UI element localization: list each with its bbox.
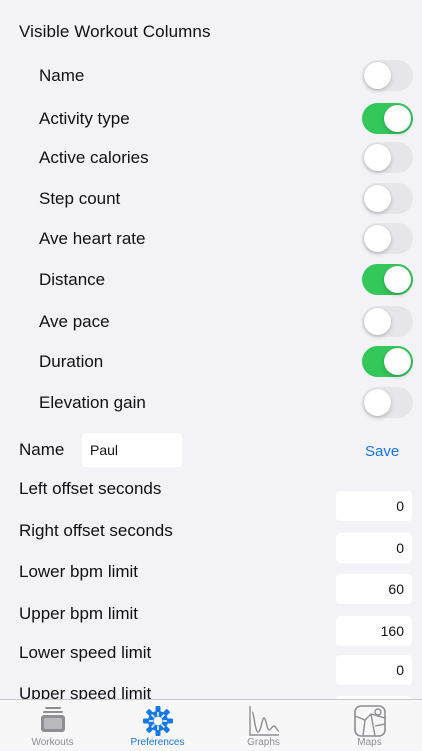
column-row-duration: Duration xyxy=(0,344,422,384)
field-row-lower-bpm: Lower bpm limit 60 xyxy=(0,562,422,604)
field-row-left-offset: Left offset seconds 0 xyxy=(0,479,422,521)
right-offset-input[interactable]: 0 xyxy=(336,533,412,563)
column-row-activity-type: Activity type xyxy=(0,101,422,141)
column-row-step-count: Step count xyxy=(0,181,422,221)
tab-label-workouts: Workouts xyxy=(31,737,74,748)
column-label-active-calories: Active calories xyxy=(39,148,149,167)
column-label-ave-pace: Ave pace xyxy=(39,312,110,331)
toggle-step-count[interactable] xyxy=(362,183,413,214)
toggle-duration[interactable] xyxy=(362,346,413,377)
name-label: Name xyxy=(19,440,65,459)
field-row-lower-speed: Lower speed limit 0 xyxy=(0,643,422,685)
field-label-right-offset: Right offset seconds xyxy=(19,521,173,540)
tab-label-preferences: Preferences xyxy=(130,737,185,748)
field-row-right-offset: Right offset seconds 0 xyxy=(0,521,422,563)
field-label-lower-speed: Lower speed limit xyxy=(19,643,152,662)
toggle-knob xyxy=(364,225,391,252)
tab-preferences[interactable]: Preferences xyxy=(105,700,210,751)
toggle-active-calories[interactable] xyxy=(362,142,413,173)
toggle-activity-type[interactable] xyxy=(362,103,413,134)
toggle-knob xyxy=(364,62,391,89)
field-label-left-offset: Left offset seconds xyxy=(19,479,162,498)
toggle-elevation-gain[interactable] xyxy=(362,387,413,418)
tab-workouts[interactable]: Workouts xyxy=(0,700,105,751)
tab-label-graphs: Graphs xyxy=(247,737,280,748)
tab-bar: Workouts Preferences Graphs Maps xyxy=(0,699,422,750)
save-button[interactable]: Save xyxy=(365,443,399,460)
column-label-distance: Distance xyxy=(39,270,106,289)
toggle-distance[interactable] xyxy=(362,264,413,295)
section-title: Visible Workout Columns xyxy=(19,22,211,41)
column-label-activity-type: Activity type xyxy=(39,109,130,128)
toggle-knob xyxy=(384,348,411,375)
column-row-elevation-gain: Elevation gain xyxy=(0,385,422,425)
column-row-ave-pace: Ave pace xyxy=(0,304,422,344)
column-label-duration: Duration xyxy=(39,352,104,371)
tab-label-maps: Maps xyxy=(357,737,382,748)
toggle-knob xyxy=(364,308,391,335)
column-label-step-count: Step count xyxy=(39,189,121,208)
toggle-ave-heart-rate[interactable] xyxy=(362,223,413,254)
upper-bpm-input[interactable]: 160 xyxy=(336,616,412,646)
toggle-knob xyxy=(364,185,391,212)
stack-icon xyxy=(40,707,65,732)
lower-bpm-input[interactable]: 60 xyxy=(336,574,412,604)
column-label-elevation-gain: Elevation gain xyxy=(39,393,146,412)
map-icon xyxy=(353,705,386,737)
lower-speed-input[interactable]: 0 xyxy=(336,655,412,685)
gear-icon xyxy=(142,706,173,736)
column-row-ave-heart-rate: Ave heart rate xyxy=(0,221,422,261)
toggle-ave-pace[interactable] xyxy=(362,306,413,337)
column-row-distance: Distance xyxy=(0,262,422,302)
column-row-name: Name xyxy=(0,58,422,98)
name-row: Name Paul Save xyxy=(0,430,422,470)
toggle-knob xyxy=(384,266,411,293)
toggle-knob xyxy=(364,144,391,171)
graph-icon xyxy=(248,706,279,736)
field-row-upper-bpm: Upper bpm limit 160 xyxy=(0,604,422,646)
column-row-active-calories: Active calories xyxy=(0,140,422,180)
toggle-knob xyxy=(364,389,391,416)
name-input[interactable]: Paul xyxy=(82,433,182,467)
column-label-ave-heart-rate: Ave heart rate xyxy=(39,229,146,248)
field-label-lower-bpm: Lower bpm limit xyxy=(19,562,139,581)
tab-graphs[interactable]: Graphs xyxy=(211,700,316,751)
field-label-upper-bpm: Upper bpm limit xyxy=(19,604,139,623)
left-offset-input[interactable]: 0 xyxy=(336,491,412,521)
toggle-knob xyxy=(384,105,411,132)
column-label-name: Name xyxy=(39,66,85,85)
tab-maps[interactable]: Maps xyxy=(317,700,422,751)
toggle-name[interactable] xyxy=(362,60,413,91)
